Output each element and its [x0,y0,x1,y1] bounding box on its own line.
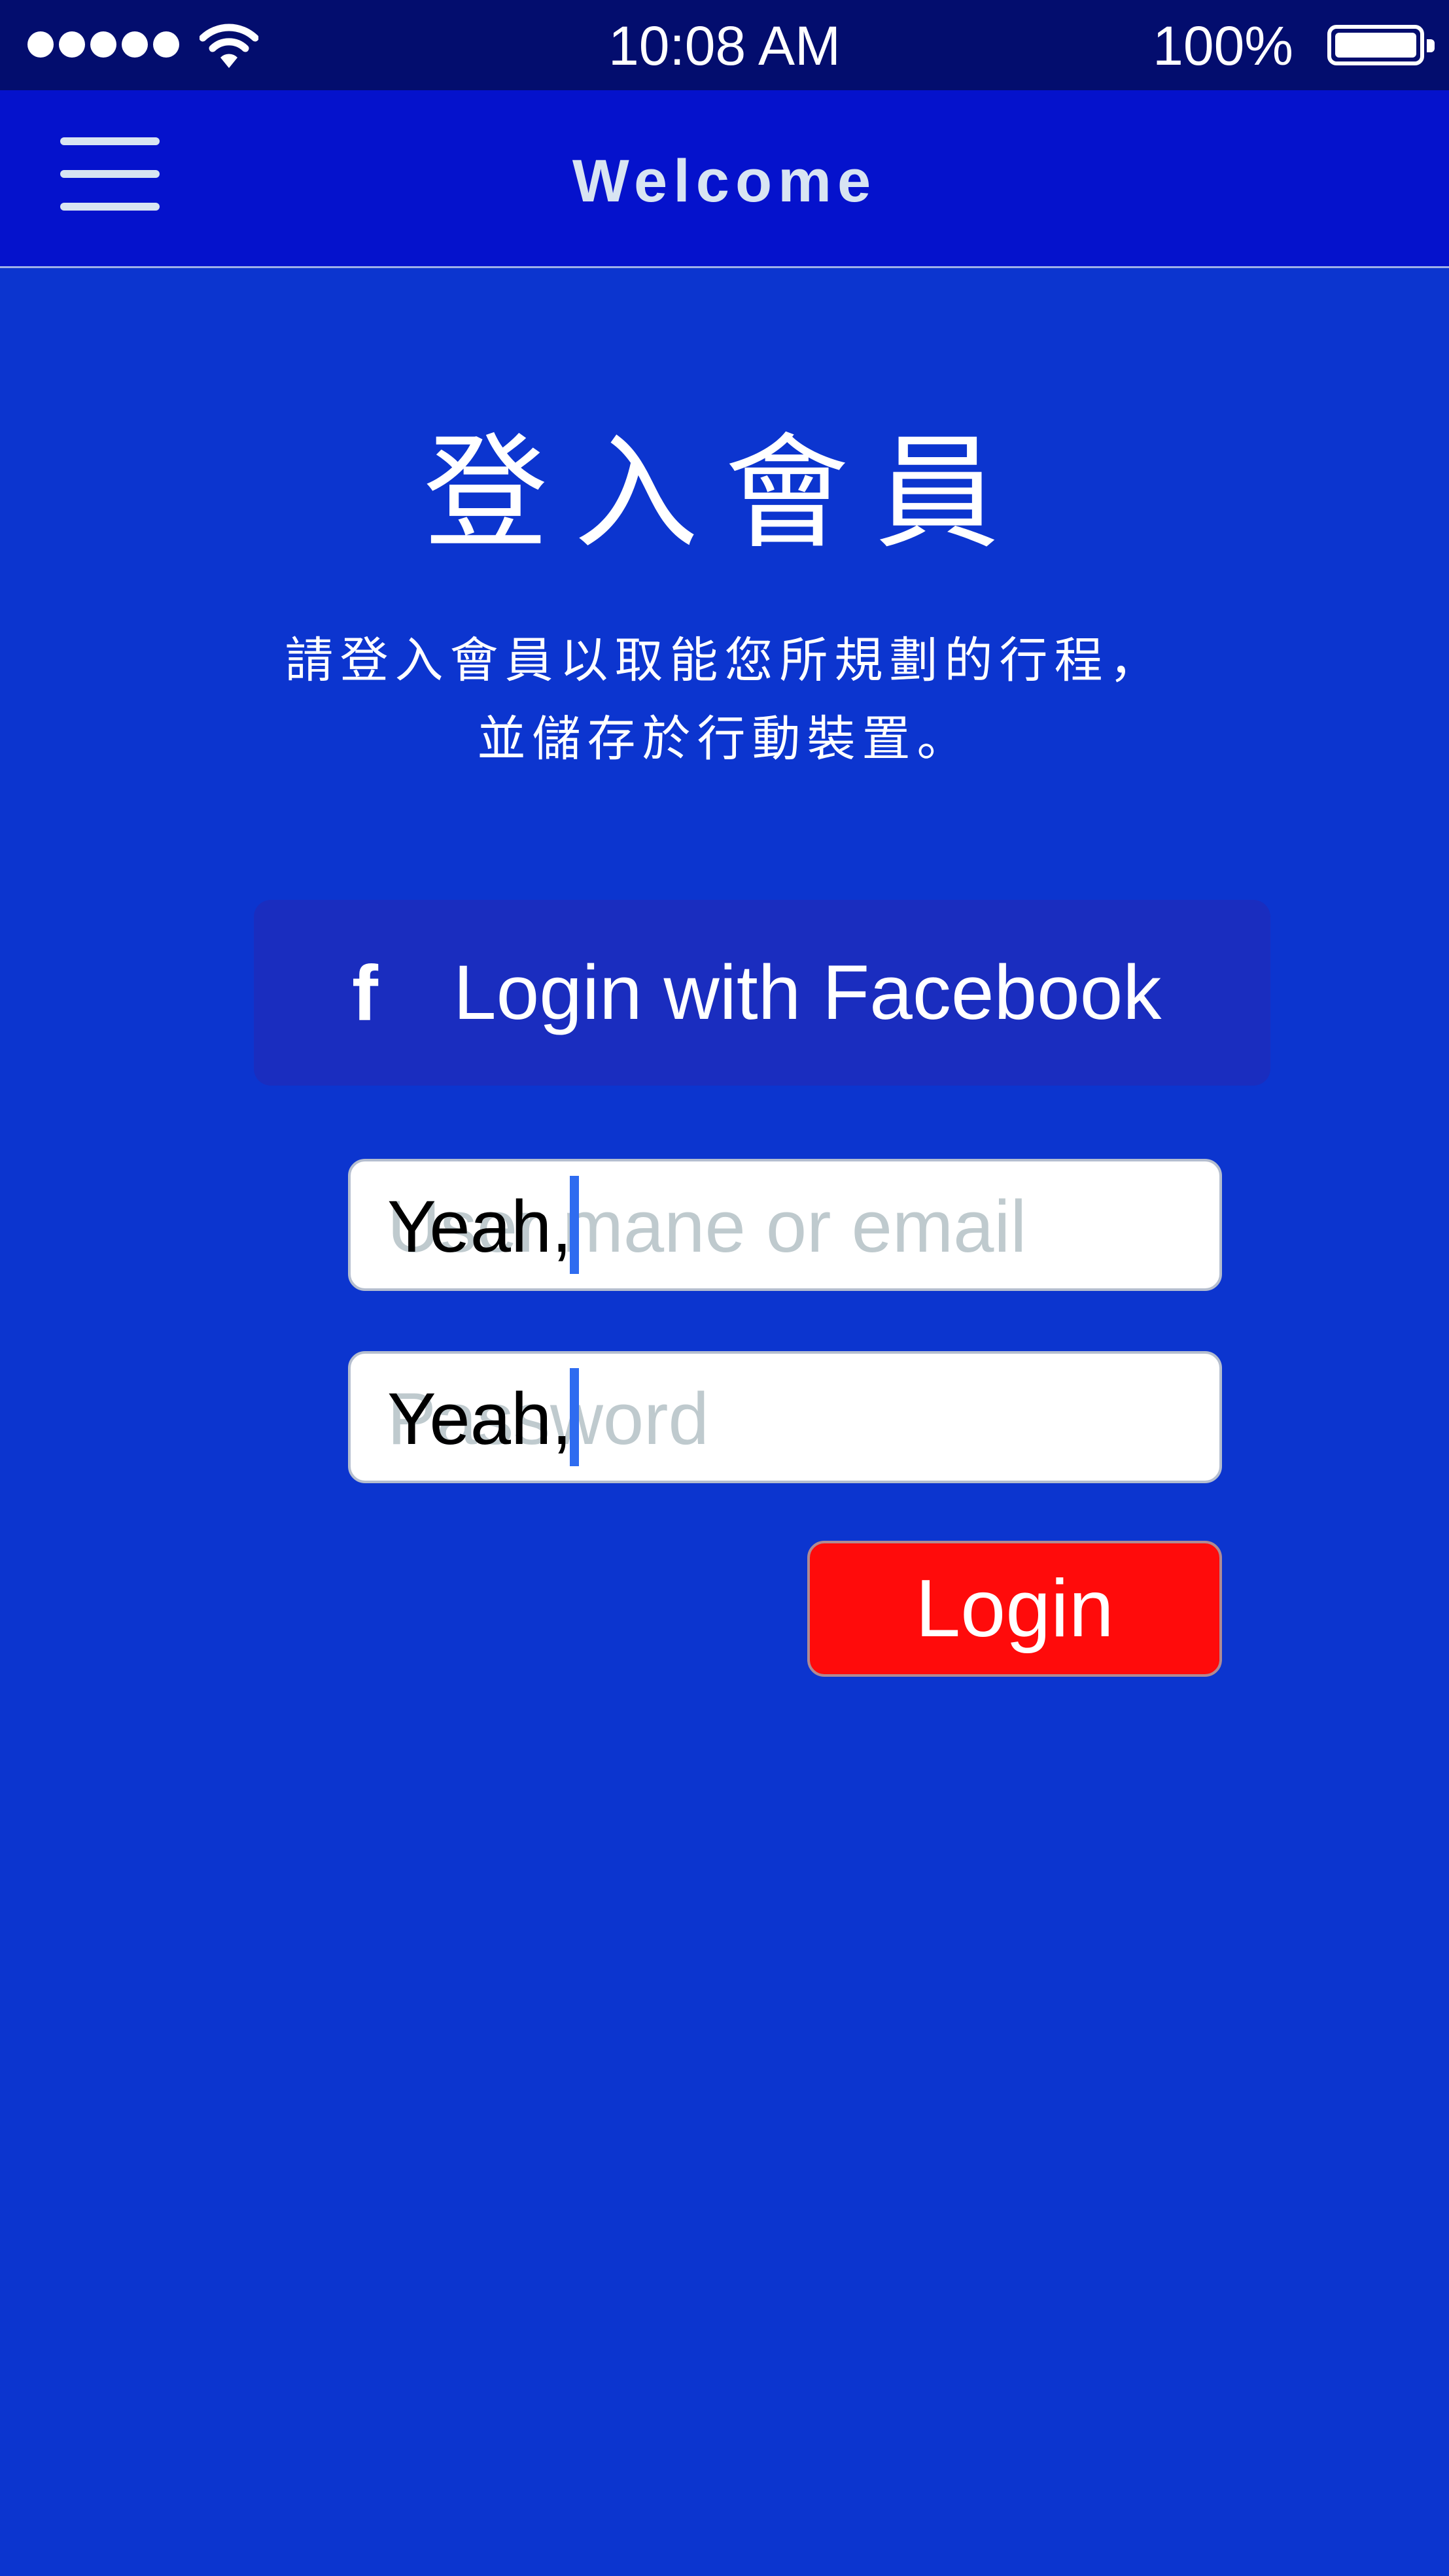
login-with-facebook-button[interactable]: f Login with Facebook [254,900,1270,1086]
username-value: Yeah, [387,1186,572,1267]
username-email-field[interactable]: User mane or email Yeah, [348,1159,1222,1291]
page-subtitle: 請登入會員以取能您所規劃的行程， 並儲存於行動裝置。 [0,621,1449,778]
status-bar: 10:08 AM 100% [0,0,1449,90]
subtitle-line: 並儲存於行動裝置。 [477,711,972,767]
subtitle-line: 請登入會員以取能您所規劃的行程， [285,632,1164,689]
page-title: 登入會員 [423,421,1026,566]
battery-icon [1327,25,1435,65]
battery-fill [1335,33,1416,58]
text-caret [570,1368,579,1466]
facebook-button-label: Login with Facebook [453,950,1162,1036]
text-caret [570,1176,579,1274]
password-field[interactable]: Password Yeah, [348,1351,1222,1483]
password-value: Yeah, [387,1378,572,1460]
battery-percent: 100% [1153,15,1293,77]
battery-nub [1427,39,1435,52]
facebook-icon: f [352,950,378,1037]
login-button[interactable]: Login [807,1541,1222,1677]
menu-bar-line [60,137,160,145]
nav-title: Welcome [572,148,877,215]
nav-bar: Welcome [0,90,1449,268]
